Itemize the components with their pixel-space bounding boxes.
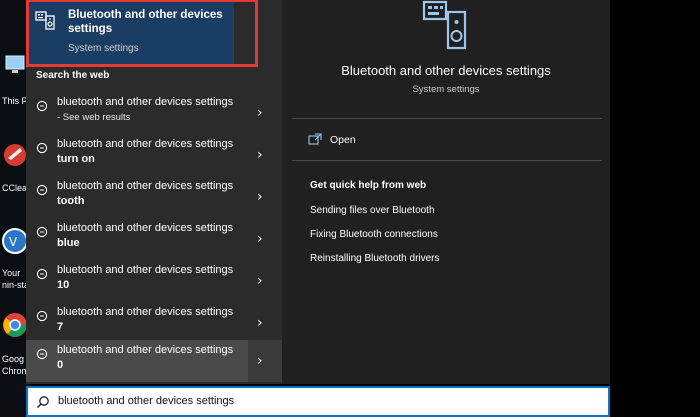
desktop-label-google: Goog [2, 354, 25, 364]
background-area [610, 0, 700, 417]
settings-device-large-icon [422, 0, 468, 50]
open-label: Open [330, 134, 356, 146]
chevron-right-icon[interactable]: › [257, 315, 263, 331]
search-the-web-label: Search the web [36, 70, 110, 81]
detail-subtitle: System settings [412, 84, 480, 95]
web-result-line1: bluetooth and other devices settings [57, 96, 234, 108]
desktop-label-chrome: Chron [2, 366, 27, 376]
divider [292, 160, 602, 161]
detail-panel: Bluetooth and other devices settings Sys… [282, 0, 610, 384]
search-results-panel: Bluetooth and other devices settings Sys… [26, 0, 282, 384]
search-icon [36, 395, 50, 409]
search-bar[interactable]: bluetooth and other devices settings [26, 386, 610, 417]
desktop-label-ninja: nin-sta [2, 280, 30, 290]
web-search-icon [36, 225, 48, 238]
desktop-label-your: Your [2, 268, 21, 278]
web-result-line2: turn on [57, 153, 95, 165]
web-result-item-selected[interactable]: bluetooth and other devices settings 0 › [26, 340, 282, 382]
help-link[interactable]: Sending files over Bluetooth [310, 205, 435, 216]
web-result-line1: bluetooth and other devices settings [57, 222, 234, 234]
web-search-icon [36, 99, 48, 112]
chevron-right-icon[interactable]: › [257, 353, 263, 369]
this-pc-icon[interactable] [2, 52, 28, 78]
search-input[interactable]: bluetooth and other devices settings [58, 395, 234, 407]
web-result-item[interactable]: bluetooth and other devices settings - S… [26, 92, 282, 134]
chevron-right-icon[interactable]: › [257, 231, 263, 247]
web-search-icon [36, 347, 48, 360]
web-search-icon [36, 267, 48, 280]
web-result-line2: blue [57, 237, 80, 249]
detail-title: Bluetooth and other devices settings [341, 63, 551, 78]
web-result-line1: bluetooth and other devices settings [57, 180, 234, 192]
web-result-line2: 0 [57, 359, 64, 371]
web-result-item[interactable]: bluetooth and other devices settings 7 › [26, 302, 282, 344]
chevron-right-icon[interactable]: › [257, 147, 263, 163]
web-result-item[interactable]: bluetooth and other devices settings blu… [26, 218, 282, 260]
web-result-item[interactable]: bluetooth and other devices settings tur… [26, 134, 282, 176]
chevron-right-icon[interactable]: › [257, 189, 263, 205]
web-result-line1: bluetooth and other devices settings [57, 344, 234, 356]
ninja-app-icon[interactable]: V [2, 228, 28, 254]
divider [292, 118, 602, 119]
web-result-line2: 7 [57, 321, 64, 333]
help-link[interactable]: Reinstalling Bluetooth drivers [310, 253, 440, 264]
quick-help-heading: Get quick help from web [310, 180, 427, 191]
svg-text:V: V [9, 235, 18, 249]
desktop-label-this-pc: This P [2, 96, 28, 106]
web-search-icon [36, 183, 48, 196]
web-result-item[interactable]: bluetooth and other devices settings 10 … [26, 260, 282, 302]
chrome-icon[interactable] [2, 312, 28, 338]
chevron-right-icon[interactable]: › [257, 105, 263, 121]
web-result-line1: bluetooth and other devices settings [57, 138, 234, 150]
web-result-line2: 10 [57, 279, 70, 291]
web-search-icon [36, 141, 48, 154]
help-link[interactable]: Fixing Bluetooth connections [310, 229, 438, 240]
open-button[interactable]: Open [308, 132, 428, 150]
open-icon [308, 132, 322, 145]
web-result-line2: tooth [57, 195, 85, 207]
web-result-line1: bluetooth and other devices settings [57, 264, 234, 276]
web-result-line1: bluetooth and other devices settings [57, 306, 234, 318]
web-result-line2: - See web results [57, 112, 131, 123]
chevron-right-icon[interactable]: › [257, 273, 263, 289]
highlight-box [26, 0, 258, 67]
web-result-item[interactable]: bluetooth and other devices settings too… [26, 176, 282, 218]
web-search-icon [36, 309, 48, 322]
ccleaner-icon[interactable] [2, 142, 28, 168]
chevron-button-bg [248, 340, 282, 382]
